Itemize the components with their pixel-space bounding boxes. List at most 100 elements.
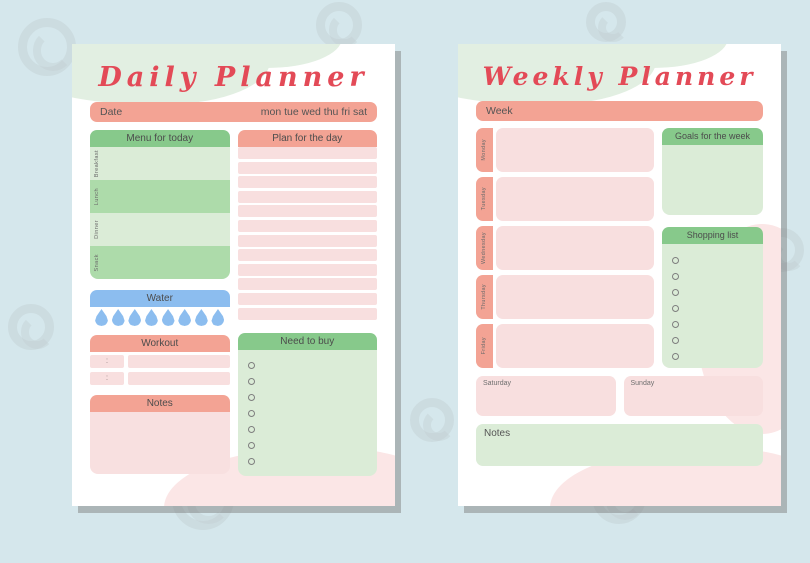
workout-activity-field[interactable] bbox=[128, 355, 230, 368]
sunday-field[interactable]: Sunday bbox=[623, 376, 763, 416]
saturday-field[interactable]: Saturday bbox=[476, 376, 616, 416]
workout-section: Workout :: bbox=[90, 335, 230, 385]
weekday-label: Tuesday bbox=[480, 187, 487, 211]
shopping-list-item[interactable] bbox=[672, 252, 763, 268]
need-to-buy-item[interactable] bbox=[247, 406, 378, 422]
need-to-buy-item[interactable] bbox=[247, 358, 378, 374]
notes-field[interactable] bbox=[90, 411, 230, 474]
shopping-list-item[interactable] bbox=[672, 284, 763, 300]
need-to-buy-list[interactable] bbox=[237, 349, 378, 476]
weekday-field[interactable] bbox=[496, 128, 654, 172]
weekday-row: Thursday bbox=[476, 275, 654, 319]
menu-row-label: Dinner bbox=[94, 220, 100, 239]
goals-field[interactable] bbox=[662, 145, 763, 215]
date-bar[interactable]: Date mon tue wed thu fri sat bbox=[90, 102, 377, 122]
daily-columns: Menu for today Breakfast Lunch Dinner Sn… bbox=[90, 130, 377, 476]
weekday-label: Friday bbox=[480, 337, 487, 355]
plan-lines[interactable] bbox=[237, 147, 377, 320]
checkbox-circle-icon[interactable] bbox=[247, 362, 255, 370]
weekday-label: Wednesday bbox=[480, 232, 487, 264]
plan-line[interactable] bbox=[237, 176, 377, 189]
need-to-buy-item[interactable] bbox=[247, 374, 378, 390]
need-to-buy-item[interactable] bbox=[247, 438, 378, 454]
need-to-buy-item[interactable] bbox=[247, 390, 378, 406]
menu-row-dinner[interactable]: Dinner bbox=[90, 213, 230, 246]
weekday-field[interactable] bbox=[496, 275, 654, 319]
checkbox-circle-icon[interactable] bbox=[247, 426, 255, 434]
plan-line[interactable] bbox=[237, 190, 377, 203]
date-label: Date bbox=[100, 106, 123, 118]
shopping-list-item[interactable] bbox=[672, 316, 763, 332]
need-to-buy-section: Need to buy bbox=[237, 332, 378, 476]
water-drop[interactable] bbox=[211, 309, 225, 326]
water-drop[interactable] bbox=[128, 309, 142, 326]
menu-row-lunch[interactable]: Lunch bbox=[90, 180, 230, 213]
checkbox-circle-icon[interactable] bbox=[672, 336, 679, 344]
plan-line[interactable] bbox=[237, 263, 377, 276]
plan-line[interactable] bbox=[237, 205, 377, 218]
water-drop[interactable] bbox=[95, 309, 108, 326]
shopping-list-item[interactable] bbox=[672, 332, 763, 348]
checkbox-circle-icon[interactable] bbox=[672, 320, 679, 328]
plan-line[interactable] bbox=[237, 249, 377, 262]
watermark-ring bbox=[316, 2, 363, 48]
plan-line[interactable] bbox=[237, 278, 377, 291]
plan-line[interactable] bbox=[237, 234, 377, 247]
checkbox-circle-icon[interactable] bbox=[247, 410, 255, 418]
menu-rows: Breakfast Lunch Dinner Snack bbox=[90, 147, 230, 279]
checkbox-circle-icon[interactable] bbox=[672, 352, 679, 360]
checkbox-circle-icon[interactable] bbox=[247, 394, 255, 402]
need-to-buy-item[interactable] bbox=[247, 454, 378, 470]
weekday-selector[interactable]: mon tue wed thu fri sat bbox=[261, 106, 367, 118]
workout-time-field[interactable]: : bbox=[90, 355, 124, 368]
weekday-row: Monday bbox=[476, 128, 654, 172]
weekday-row: Wednesday bbox=[476, 226, 654, 270]
need-to-buy-item[interactable] bbox=[247, 422, 378, 438]
weekly-content: Week Monday Tuesday Wednesday Thursday Frida… bbox=[458, 101, 781, 466]
menu-row-label: Breakfast bbox=[94, 149, 100, 178]
water-drop[interactable] bbox=[144, 309, 158, 326]
weekday-field[interactable] bbox=[496, 177, 654, 221]
workout-activity-field[interactable] bbox=[128, 371, 230, 385]
daily-left-column: Menu for today Breakfast Lunch Dinner Sn… bbox=[90, 130, 230, 476]
week-bar[interactable]: Week bbox=[476, 101, 763, 121]
weekday-tab: Monday bbox=[476, 128, 493, 172]
notes-header: Notes bbox=[90, 394, 230, 412]
workout-time-field[interactable]: : bbox=[90, 371, 124, 385]
shopping-list-item[interactable] bbox=[672, 348, 763, 364]
checkbox-circle-icon[interactable] bbox=[672, 256, 679, 264]
plan-line[interactable] bbox=[237, 219, 377, 232]
plan-line[interactable] bbox=[237, 307, 377, 320]
saturday-label: Saturday bbox=[483, 380, 512, 387]
weekday-field[interactable] bbox=[496, 324, 654, 368]
week-columns: Monday Tuesday Wednesday Thursday Friday Goa… bbox=[476, 128, 763, 373]
notes-section: Notes bbox=[90, 394, 230, 474]
menu-row-breakfast[interactable]: Breakfast bbox=[90, 147, 230, 180]
shopping-list-item[interactable] bbox=[672, 300, 763, 316]
water-drop[interactable] bbox=[161, 309, 175, 326]
plan-line[interactable] bbox=[237, 161, 377, 174]
checkbox-circle-icon[interactable] bbox=[247, 458, 255, 466]
weekday-tab: Thursday bbox=[476, 275, 493, 319]
checkbox-circle-icon[interactable] bbox=[672, 288, 679, 296]
weekday-field[interactable] bbox=[496, 226, 654, 270]
page-title: Daily Planner bbox=[98, 62, 369, 93]
water-drop[interactable] bbox=[111, 309, 125, 326]
plan-line[interactable] bbox=[237, 147, 377, 159]
menu-row-snack[interactable]: Snack bbox=[90, 246, 230, 279]
checkbox-circle-icon[interactable] bbox=[672, 304, 679, 312]
water-drop[interactable] bbox=[194, 309, 208, 326]
checkbox-circle-icon[interactable] bbox=[247, 442, 255, 450]
workout-row: : bbox=[90, 371, 230, 385]
shopping-list[interactable] bbox=[662, 244, 763, 368]
weekday-row: Friday bbox=[476, 324, 654, 368]
daily-planner-sheet: Daily Planner Date mon tue wed thu fri s… bbox=[72, 44, 395, 506]
weekday-tab: Friday bbox=[476, 324, 493, 368]
plan-line[interactable] bbox=[237, 292, 377, 305]
shopping-list-item[interactable] bbox=[672, 268, 763, 284]
checkbox-circle-icon[interactable] bbox=[672, 272, 679, 280]
weekly-notes-field[interactable]: Notes bbox=[476, 424, 763, 466]
checkbox-circle-icon[interactable] bbox=[247, 378, 255, 386]
water-drop[interactable] bbox=[178, 309, 192, 326]
water-drop-tracker[interactable] bbox=[90, 307, 230, 326]
